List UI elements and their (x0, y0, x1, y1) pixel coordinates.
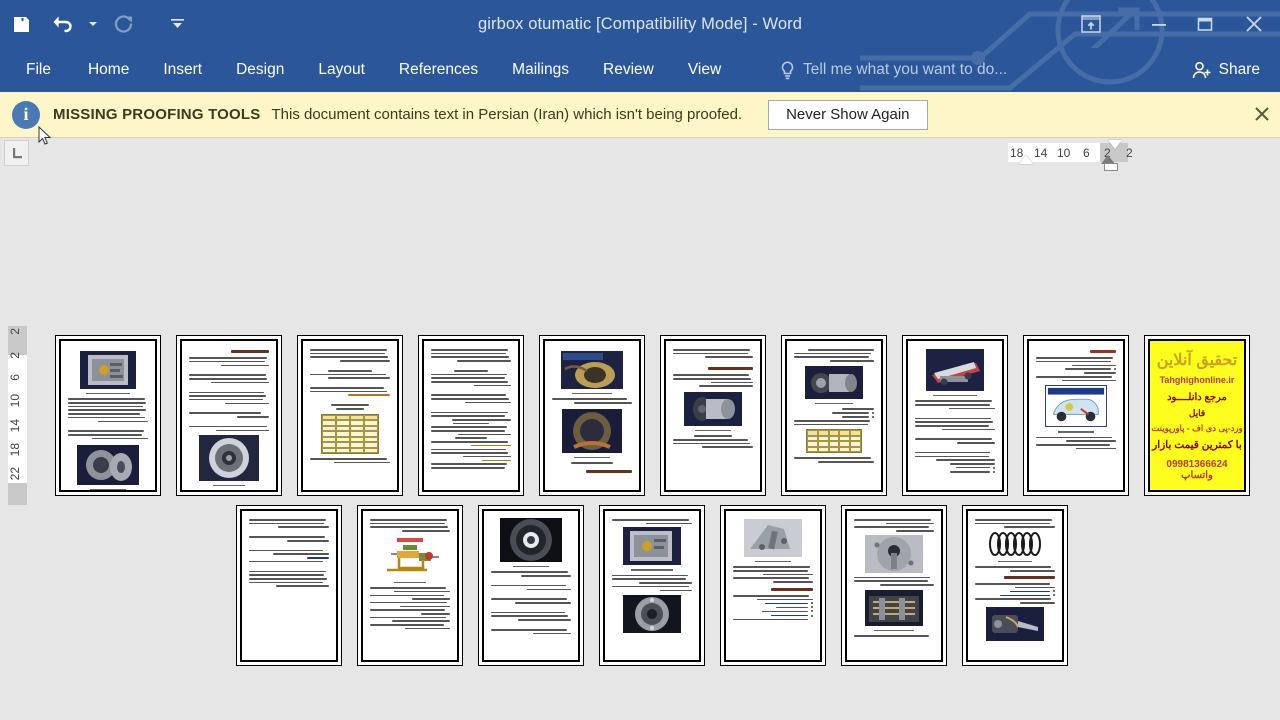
page-thumbnail-11[interactable] (236, 505, 342, 666)
ad-line-3: مرجع دانلــــود (1167, 391, 1227, 403)
ad-line-1: تحقیق آنلاین (1156, 351, 1238, 369)
ad-line-5: ورد-پی دی اف - پاورپوینت (1151, 422, 1243, 433)
page-thumbnail-6[interactable] (660, 335, 766, 496)
page-thumbnail-4[interactable] (418, 335, 524, 496)
page-thumbnail-7[interactable] (781, 335, 887, 496)
advertisement-page: تحقیق آنلاین Tahghighonline.ir مرجع دانل… (1150, 341, 1244, 490)
page-thumbnail-14[interactable] (599, 505, 705, 666)
page-thumbnail-2[interactable] (176, 335, 282, 496)
page-thumbnail-17[interactable] (962, 505, 1068, 666)
ad-line-4: فایل (1188, 408, 1206, 419)
page-thumbnail-10-advertisement[interactable]: تحقیق آنلاین Tahghighonline.ir مرجع دانل… (1144, 335, 1250, 496)
page-thumbnail-9[interactable] (1023, 335, 1129, 496)
page-thumbnail-1[interactable] (55, 335, 161, 496)
document-pages-area[interactable]: تحقیق آنلاین Tahghighonline.ir مرجع دانل… (0, 0, 1280, 720)
page-thumbnail-15[interactable] (720, 505, 826, 666)
page-thumbnail-5[interactable] (539, 335, 645, 496)
page-thumbnail-13[interactable] (478, 505, 584, 666)
ad-line-6: با کمترین قیمت بازار (1152, 439, 1242, 452)
ad-line-2: Tahghighonline.ir (1159, 375, 1235, 386)
ad-line-7: 09981366624 واتساپ (1166, 458, 1228, 481)
page-thumbnail-3[interactable] (297, 335, 403, 496)
page-thumbnail-8[interactable] (902, 335, 1008, 496)
word-window: girbox otumatic [Compatibility Mode] - W… (0, 0, 1280, 720)
page-thumbnail-12[interactable] (357, 505, 463, 666)
page-thumbnail-16[interactable] (841, 505, 947, 666)
